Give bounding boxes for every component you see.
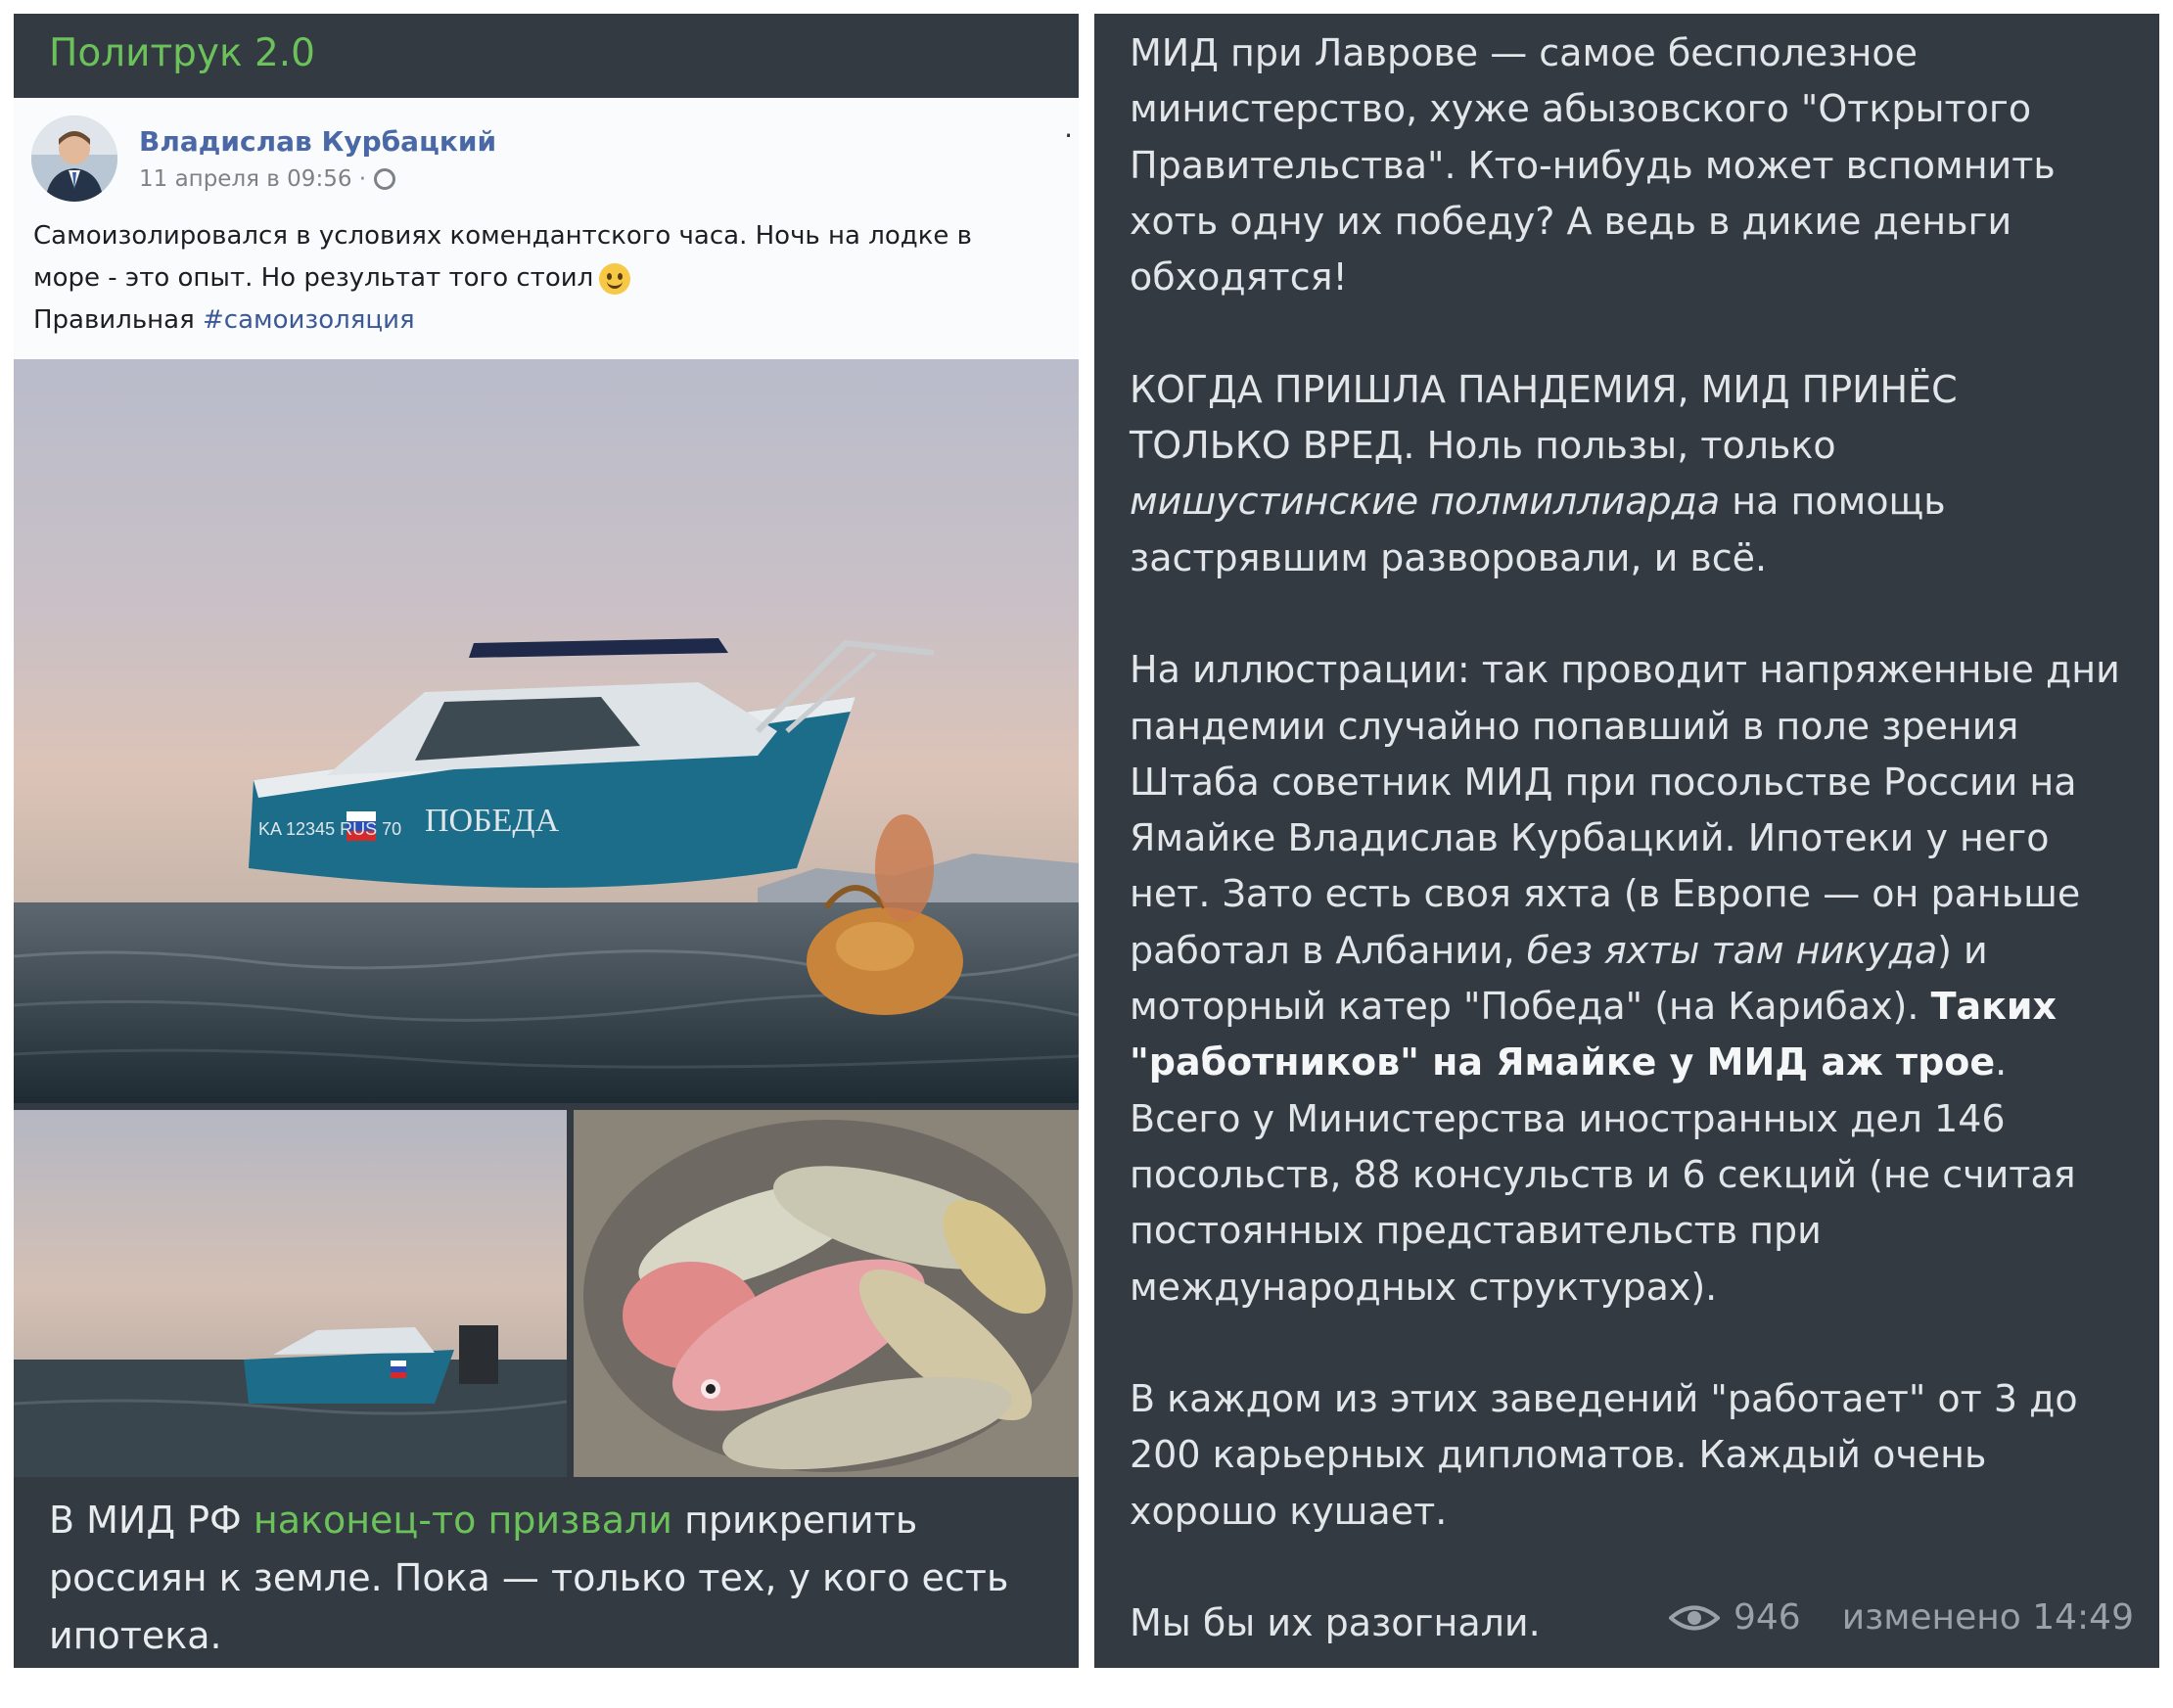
italic-phrase: мишустинские полмиллиарда	[1130, 480, 1721, 524]
author-avatar[interactable]	[31, 115, 117, 202]
post-timestamp[interactable]: 11 апреля в 09:56 ·	[139, 166, 366, 192]
more-options-icon[interactable]: ·	[1064, 119, 1073, 152]
hashtag-link[interactable]: #самоизоляция	[203, 305, 415, 335]
italic-phrase: без яхты там никуда	[1526, 928, 1938, 972]
boat-photo-main[interactable]: KA 12345 RUS 70 ПОБЕДА	[14, 359, 1079, 1103]
boat-photo-small[interactable]	[14, 1110, 567, 1477]
post-text-line: море - это опыт. Но результат того стоил	[33, 257, 1051, 300]
edited-timestamp: изменено 14:49	[1841, 1597, 2134, 1638]
post-footer: 946 изменено 14:49	[1668, 1597, 2134, 1638]
post-caption: В МИД РФ наконец-то призвали прикрепить …	[49, 1499, 1009, 1657]
author-name[interactable]: Владислав Курбацкий	[139, 125, 496, 158]
right-channel-post: МИД при Лаврове — самое бесполезное мини…	[1094, 14, 2159, 1668]
post-body: МИД при Лаврове — самое бесполезное мини…	[1130, 25, 2128, 1708]
left-channel-post: Политрук 2.0 Владислав Курбацкий 11 апре…	[14, 14, 1079, 1668]
paragraph-2: КОГДА ПРИШЛА ПАНДЕМИЯ, МИД ПРИНЁС ТОЛЬКО…	[1130, 367, 1958, 579]
channel-title[interactable]: Политрук 2.0	[49, 31, 315, 75]
view-count: 946	[1733, 1597, 1801, 1638]
post-text: Самоизолировался в условиях комендантско…	[33, 215, 1051, 342]
post-text-line: Правильная #самоизоляция	[33, 305, 415, 335]
post-meta: 11 апреля в 09:56 ·	[139, 166, 396, 192]
post-text-line: Самоизолировался в условиях комендантско…	[33, 221, 973, 251]
paragraph-3: На иллюстрации: так проводит напряженные…	[1130, 648, 2120, 1309]
paragraph-1: МИД при Лаврове — самое бесполезное мини…	[1130, 31, 2056, 300]
boat-registration: KA 12345 RUS 70	[258, 819, 401, 839]
globe-icon	[374, 168, 396, 190]
eye-icon	[1668, 1605, 1720, 1630]
fish-catch-photo[interactable]	[574, 1110, 1079, 1477]
caption-link[interactable]: наконец-то призвали	[254, 1499, 672, 1542]
smile-emoji-icon	[599, 262, 631, 295]
paragraph-4: В каждом из этих заведений "работает" от…	[1130, 1377, 2078, 1533]
boat-name: ПОБЕДА	[425, 803, 560, 839]
embedded-facebook-post: Владислав Курбацкий 11 апреля в 09:56 · …	[14, 98, 1079, 359]
